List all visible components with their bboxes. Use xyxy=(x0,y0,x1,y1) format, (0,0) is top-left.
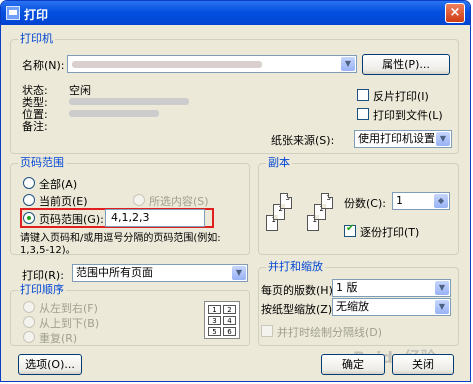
title-bar: 打印 × xyxy=(1,1,470,25)
window-title: 打印 xyxy=(24,8,49,22)
range-current-label: 当前页(E) xyxy=(39,195,88,208)
grid-cell: 3 xyxy=(208,316,221,325)
grid-cell: 6 xyxy=(223,327,236,336)
blurred-location-value xyxy=(69,110,159,117)
chevron-down-icon: ▼ xyxy=(341,57,355,71)
range-current-radio[interactable] xyxy=(23,194,35,206)
printer-name-select[interactable]: ▼ xyxy=(67,55,357,73)
copies-count-value: 1 xyxy=(396,194,403,207)
grid-cell: 2 xyxy=(223,305,236,314)
paper-source-label: 纸张来源(S): xyxy=(271,134,335,147)
page-range-title: 页码范围 xyxy=(18,156,66,170)
spinner-icon[interactable]: ◆ xyxy=(434,194,448,208)
order-top-to-bottom-label: 从上到下(B) xyxy=(39,317,100,330)
printer-group-title: 打印机 xyxy=(18,32,55,46)
comment-label: 备注: xyxy=(22,120,48,133)
copies-count-label: 份数(C): xyxy=(344,197,386,210)
print-what-select[interactable]: 范围中所有页面 ▼ xyxy=(72,264,248,282)
print-dialog: 打印 × 打印机 名称(N): ▼ 属性(P)... 状态: 空闲 类型: 位置… xyxy=(0,0,471,382)
range-selection-label: 所选内容(S) xyxy=(149,195,209,208)
chevron-down-icon: ▼ xyxy=(435,300,449,314)
order-left-to-right-radio[interactable] xyxy=(23,301,35,313)
print-to-file-label: 打印到文件(L) xyxy=(373,109,443,122)
pages-per-sheet-value: 1 版 xyxy=(336,281,358,294)
chevron-down-icon: ▼ xyxy=(232,266,246,280)
close-window-button[interactable]: × xyxy=(445,3,465,23)
printer-name-label: 名称(N): xyxy=(22,59,65,72)
grid-cell: 5 xyxy=(208,327,221,336)
pages-hint-line2: 1,3,5-12)。 xyxy=(20,245,76,256)
close-button[interactable]: 关闭 xyxy=(392,354,454,375)
range-all-radio[interactable] xyxy=(23,177,35,189)
order-top-to-bottom-radio[interactable] xyxy=(23,316,35,328)
scale-label: 按纸型缩放(Z): xyxy=(261,303,336,316)
print-reverse-label: 反片打印(I) xyxy=(373,90,429,103)
blurred-printer-name xyxy=(72,61,262,68)
options-button[interactable]: 选项(O)... xyxy=(18,354,82,375)
collate-label: 逐份打印(T) xyxy=(360,226,420,239)
order-repeat-label: 重复(R) xyxy=(39,332,78,345)
page-icon: 1 xyxy=(266,215,278,231)
zoom-title: 并打和缩放 xyxy=(266,260,325,274)
print-what-label: 打印(R): xyxy=(22,269,64,282)
page-icon: 1 xyxy=(307,215,319,231)
order-grid-preview: 1 2 3 4 5 6 xyxy=(204,301,240,339)
collate-checkbox[interactable] xyxy=(344,223,356,237)
draw-lines-checkbox[interactable] xyxy=(261,325,273,337)
order-repeat-radio[interactable] xyxy=(23,331,35,343)
print-what-value: 范围中所有页面 xyxy=(76,266,153,279)
pages-input[interactable]: 4,1,2,3 xyxy=(105,209,205,227)
chevron-down-icon: ▼ xyxy=(436,132,450,146)
paper-source-value: 使用打印机设置 xyxy=(358,132,435,145)
order-left-to-right-label: 从左到右(F) xyxy=(39,302,98,315)
grid-cell: 4 xyxy=(223,316,236,325)
pages-per-sheet-label: 每页的版数(H): xyxy=(261,284,337,297)
scale-select[interactable]: 无缩放 ▼ xyxy=(332,298,451,316)
range-pages-label: 页码范围(G): xyxy=(39,213,104,226)
properties-button[interactable]: 属性(P)... xyxy=(362,54,450,75)
print-to-file-checkbox[interactable] xyxy=(357,108,369,120)
draw-lines-label: 并打时绘制分隔线(D) xyxy=(277,326,383,339)
range-all-label: 全部(A) xyxy=(39,178,78,191)
range-selection-radio[interactable] xyxy=(133,194,145,206)
copies-title: 副本 xyxy=(266,156,292,170)
printer-app-icon xyxy=(6,6,20,20)
scale-value: 无缩放 xyxy=(336,300,369,313)
ok-button[interactable]: 确定 xyxy=(321,354,385,375)
range-pages-radio[interactable] xyxy=(23,212,35,224)
grid-cell: 1 xyxy=(208,305,221,314)
print-order-title: 打印顺序 xyxy=(18,283,66,297)
status-value: 空闲 xyxy=(69,84,91,97)
copies-count-input[interactable]: 1 ◆ xyxy=(392,192,450,210)
blurred-type-value xyxy=(69,98,189,105)
print-reverse-checkbox[interactable] xyxy=(357,89,369,101)
pages-per-sheet-select[interactable]: 1 版 ▼ xyxy=(332,279,451,297)
close-icon: × xyxy=(449,5,461,20)
paper-source-select[interactable]: 使用打印机设置 ▼ xyxy=(354,130,452,148)
chevron-down-icon: ▼ xyxy=(435,281,449,295)
